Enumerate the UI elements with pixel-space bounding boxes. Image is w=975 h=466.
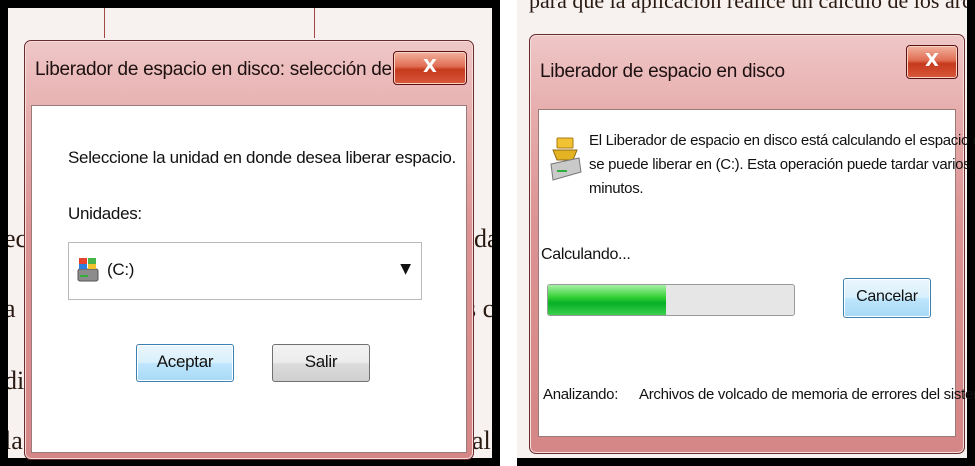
drive-selection-dialog: Liberador de espacio en disco: selección… (24, 40, 474, 460)
title-bar[interactable]: Liberador de espacio en disco: selección… (25, 41, 473, 93)
disk-cleanup-dialog: Liberador de espacio en disco X El Liber… (529, 34, 975, 454)
page-text-fragment: al (472, 426, 491, 455)
close-button[interactable]: X (906, 45, 958, 79)
accept-button[interactable]: Aceptar (136, 344, 234, 382)
drive-prompt: Seleccione la unidad en donde desea libe… (68, 148, 456, 167)
drive-icon (77, 258, 99, 282)
progress-bar (547, 284, 795, 316)
page-text-fragment: di (8, 366, 25, 395)
analyzing-value: Archivos de volcado de memoria de errore… (639, 386, 975, 403)
dialog-title: Liberador de espacio en disco: selección… (35, 59, 391, 80)
calculating-message-line: se puede liberar en (C:). Esta operación… (589, 156, 971, 173)
cancel-button[interactable]: Cancelar (843, 278, 931, 318)
title-bar[interactable]: Liberador de espacio en disco X (530, 35, 964, 87)
exit-button[interactable]: Salir (272, 344, 370, 382)
selected-drive-value: (C:) (107, 260, 135, 279)
chevron-down-icon[interactable]: ▼ (400, 261, 411, 277)
dialog-body: Seleccione la unidad en donde desea libe… (31, 105, 467, 453)
page-text-fragment: a (8, 294, 16, 323)
page-text-fragment: la (8, 426, 23, 455)
page-line-right (314, 8, 315, 38)
left-screenshot-panel: ec da a s c di la al Liberador de espaci… (0, 0, 500, 466)
close-icon: X (423, 56, 437, 77)
status-label: Calculando... (541, 246, 631, 263)
calculating-message-line: El Liberador de espacio en disco está ca… (589, 132, 975, 149)
disk-cleanup-icon (550, 137, 582, 181)
right-screenshot-panel: para que la aplicación realice un cálcul… (517, 0, 975, 466)
page-text-fragment: para que la aplicación realice un cálcul… (529, 0, 967, 13)
drive-dropdown[interactable]: (C:) ▼ (68, 242, 422, 300)
drives-label: Unidades: (68, 204, 142, 223)
analyzing-label: Analizando: (543, 386, 619, 403)
page-line-left (104, 8, 105, 38)
progress-fill (548, 285, 667, 315)
close-button[interactable]: X (393, 51, 467, 85)
close-icon: X (925, 50, 939, 71)
dialog-title: Liberador de espacio en disco (540, 61, 785, 82)
calculating-message-line: minutos. (589, 180, 644, 197)
page-text-fragment: da (474, 224, 492, 253)
dialog-body: El Liberador de espacio en disco está ca… (538, 109, 975, 437)
